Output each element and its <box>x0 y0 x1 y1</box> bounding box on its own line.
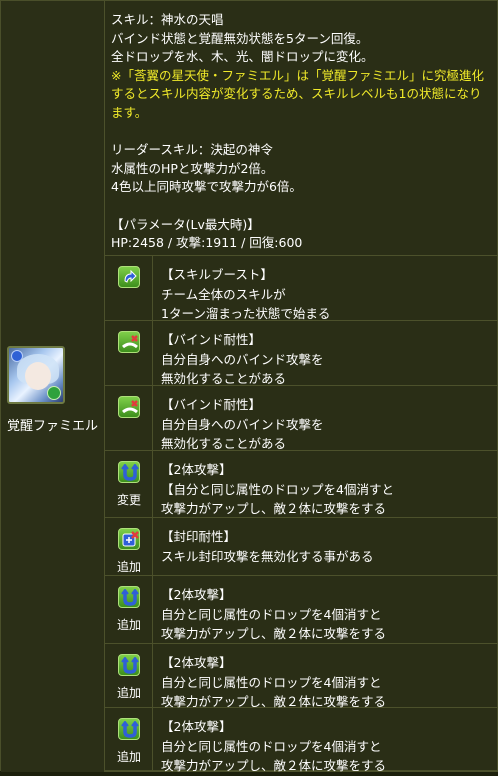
water-attribute-icon <box>11 350 23 362</box>
bind-resist-icon[interactable] <box>118 396 140 418</box>
awakening-title: 【2体攻撃】 <box>161 587 232 602</box>
awakening-icon-cell: 追加 <box>105 644 153 707</box>
awakening-row: 追加 【封印耐性】スキル封印攻撃を無効化する事がある <box>105 518 498 576</box>
leader-skill-effect-2: 4色以上同時攻撃で攻撃力が6倍。 <box>111 179 302 195</box>
awakening-description-line: 攻撃力がアップし、敵２体に攻撃をする <box>161 501 387 516</box>
awakening-text: 【封印耐性】スキル封印攻撃を無効化する事がある <box>161 527 374 566</box>
awakening-text: 【2体攻撃】 自分と同じ属性のドロップを4個消すと 攻撃力がアップし、敵２体に攻撃を… <box>161 653 386 712</box>
awakening-description-line: 自分と同じ属性のドロップを4個消すと <box>161 674 382 690</box>
awakening-description-line: チーム全体のスキルが <box>161 286 286 302</box>
awakening-tag: 追加 <box>116 560 141 574</box>
awakening-text: 【2体攻撃】自分と同じ属性のドロップを4個消すと 攻撃力がアップし、敵２体に攻撃を… <box>161 717 386 776</box>
monster-name: 覚醒ファミエル <box>7 419 99 434</box>
awakening-icon-cell <box>105 256 153 320</box>
awakening-title: 【2体攻撃】 <box>161 462 232 477</box>
awakening-text: 【スキルブースト】 チーム全体のスキルが 1ターン溜まった状態で始まる <box>161 265 330 324</box>
two-pronged-attack-icon[interactable] <box>118 461 140 483</box>
awakening-description-line: 【自分と同じ属性のドロップを4個消すと <box>161 481 394 497</box>
awakening-description-line: 自分自身へのバインド攻撃を <box>161 351 324 367</box>
awakening-row: 追加 【2体攻撃】自分と同じ属性のドロップを4個消すと 攻撃力がアップし、敵２体に攻… <box>105 576 498 644</box>
awakening-tag: 追加 <box>116 750 141 764</box>
monster-portrait[interactable] <box>7 346 65 404</box>
awakening-icon-cell <box>105 321 153 385</box>
awakening-description-line: 自分自身へのバインド攻撃を <box>161 416 324 432</box>
awakening-tag: 追加 <box>116 686 141 700</box>
skill-name: スキル：神水の天唱 <box>111 12 224 27</box>
parameters-stats: HP:2458 / 攻撃:1911 / 回復:600 <box>111 235 303 251</box>
skill-boost-icon[interactable] <box>118 266 140 288</box>
monster-info-panel: 覚醒ファミエル スキル：神水の天唱 バインド状態と覚醒無効状態を5ターン回復。 … <box>0 0 498 773</box>
bind-resist-icon[interactable] <box>118 331 140 353</box>
seal-resist-icon[interactable] <box>118 528 140 550</box>
awakening-tag: 変更 <box>116 493 141 507</box>
skill-warning: ※「莟翼の星天使・ファミエル」は「覚醒ファミエル」に究極進化するとスキル内容が変… <box>111 67 484 120</box>
skill-description: スキル：神水の天唱 バインド状態と覚醒無効状態を5ターン回復。 全ドロップを水、… <box>105 1 498 256</box>
awakening-description-line: 自分と同じ属性のドロップを4個消すと <box>161 606 382 622</box>
awakening-row: 追加 【2体攻撃】 自分と同じ属性のドロップを4個消すと 攻撃力がアップし、敵２体に攻… <box>105 644 498 709</box>
awakening-title: 【バインド耐性】 <box>161 332 262 347</box>
awakening-description-line: スキル封印攻撃を無効化する事がある <box>161 548 374 564</box>
awakening-row: 【スキルブースト】 チーム全体のスキルが 1ターン溜まった状態で始まる <box>105 256 498 321</box>
awakening-title: 【2体攻撃】 <box>161 655 232 670</box>
awakening-row: 【バインド耐性】 自分自身へのバインド攻撃を 無効化することがある <box>105 321 498 386</box>
awakening-text: 【2体攻撃】自分と同じ属性のドロップを4個消すと 攻撃力がアップし、敵２体に攻撃を… <box>161 585 386 644</box>
awakening-icon-cell: 追加 <box>105 708 153 771</box>
awakening-icon-cell: 追加 <box>105 576 153 643</box>
two-pronged-attack-icon[interactable] <box>118 654 140 676</box>
monster-card[interactable]: 覚醒ファミエル <box>7 346 99 434</box>
leader-skill-name: リーダースキル：決起の神令 <box>111 142 273 158</box>
awakening-row: 【バインド耐性】 自分自身へのバインド攻撃を 無効化することがある <box>105 386 498 451</box>
awakening-description-line: 攻撃力がアップし、敵２体に攻撃をする <box>161 758 387 773</box>
awakening-tag: 追加 <box>116 618 141 632</box>
awakening-list: 【スキルブースト】 チーム全体のスキルが 1ターン溜まった状態で始まる【バインド耐性… <box>105 256 498 773</box>
two-pronged-attack-icon[interactable] <box>118 586 140 608</box>
awakening-text: 【2体攻撃】【自分と同じ属性のドロップを4個消すと 攻撃力がアップし、敵２体に攻撃… <box>161 460 394 519</box>
awakening-text: 【バインド耐性】 自分自身へのバインド攻撃を 無効化することがある <box>161 395 324 454</box>
monster-column: 覚醒ファミエル <box>1 1 105 772</box>
awakening-title: 【スキルブースト】 <box>161 267 273 282</box>
awakening-icon-cell: 追加 <box>105 518 153 575</box>
awakening-title: 【封印耐性】 <box>161 529 237 544</box>
awakening-description-line: 自分と同じ属性のドロップを4個消すと <box>161 738 382 754</box>
leader-skill-effect-1: 水属性のHPと攻撃力が2倍。 <box>111 160 274 176</box>
awakening-row: 追加 【2体攻撃】自分と同じ属性のドロップを4個消すと 攻撃力がアップし、敵２体に攻… <box>105 708 498 773</box>
awakening-title: 【バインド耐性】 <box>161 397 262 412</box>
awakening-icon-cell: 変更 <box>105 451 153 517</box>
skill-effect-2: 全ドロップを水、木、光、闇ドロップに変化。 <box>111 49 374 65</box>
awakening-title: 【2体攻撃】 <box>161 719 232 734</box>
awakening-text: 【バインド耐性】 自分自身へのバインド攻撃を 無効化することがある <box>161 330 324 389</box>
awakening-row: 変更 【2体攻撃】【自分と同じ属性のドロップを4個消すと 攻撃力がアップし、敵２体に… <box>105 451 498 518</box>
awakening-description-line: 攻撃力がアップし、敵２体に攻撃をする <box>161 626 387 641</box>
awakening-icon-cell <box>105 386 153 450</box>
two-pronged-attack-icon[interactable] <box>118 718 140 740</box>
wood-subattribute-icon <box>47 386 61 400</box>
parameters-title: 【パラメータ(Lv最大時)】 <box>111 216 260 232</box>
skill-effect-1: バインド状態と覚醒無効状態を5ターン回復。 <box>111 30 369 46</box>
